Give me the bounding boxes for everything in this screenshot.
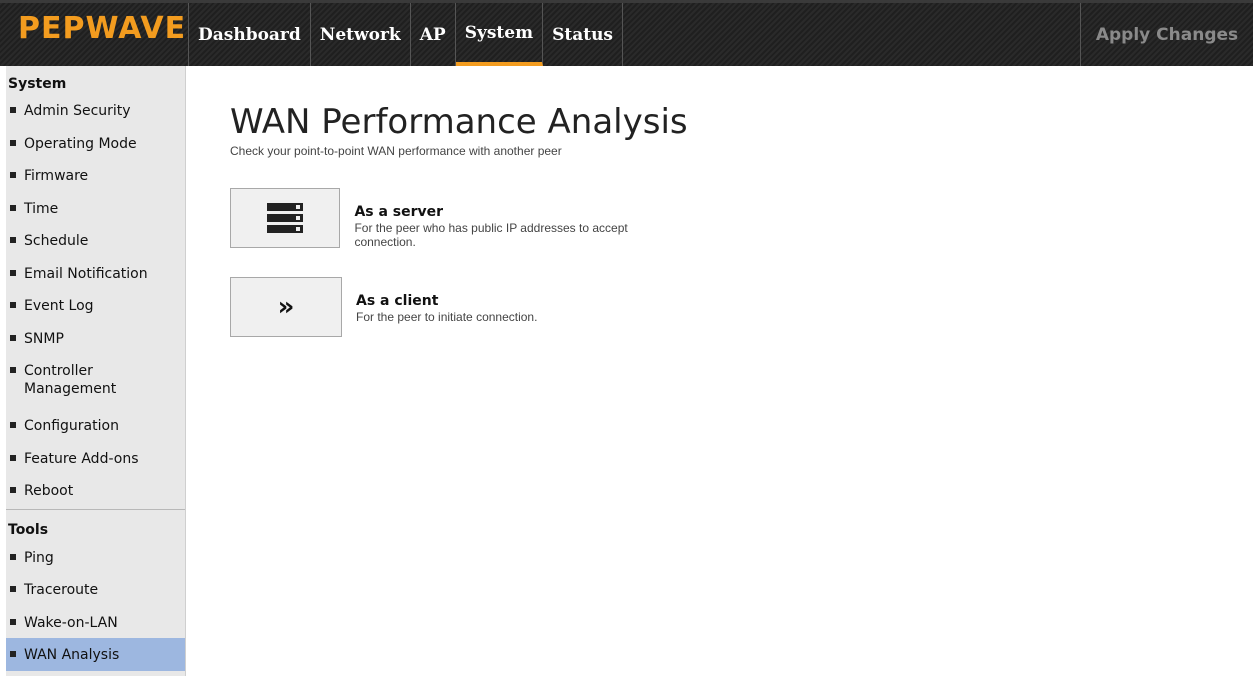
sidebar-item-wan-analysis[interactable]: WAN Analysis	[6, 638, 185, 671]
server-option: As a server For the peer who has public …	[230, 188, 688, 249]
client-option-description: For the peer to initiate connection.	[356, 310, 538, 324]
tab-dashboard[interactable]: Dashboard	[189, 3, 311, 66]
as-server-button[interactable]	[230, 188, 341, 248]
bullet-icon	[10, 172, 16, 178]
bullet-icon	[10, 454, 16, 461]
bullet-icon	[10, 618, 16, 625]
server-option-title: As a server	[354, 204, 444, 220]
sidebar-item-label: Firmware	[24, 168, 89, 184]
sidebar-item-event-log[interactable]: Event Log	[6, 289, 185, 322]
sidebar-item-firmware[interactable]: Firmware	[6, 159, 185, 192]
sidebar-item-label: Wake-on-LAN	[24, 614, 118, 631]
as-client-button[interactable]: »	[230, 277, 342, 337]
server-icon	[267, 203, 304, 233]
sidebar-item-feature-add-ons[interactable]: Feature Add-ons	[6, 442, 185, 475]
bullet-icon	[10, 651, 16, 657]
sidebar-item-label: WAN Analysis	[24, 647, 120, 663]
double-chevron-right-icon: »	[277, 292, 295, 322]
sidebar-section-system: System	[8, 76, 67, 92]
server-option-description: For the peer who has public IP addresses…	[354, 221, 628, 249]
bullet-icon	[10, 422, 16, 428]
bullet-icon	[10, 586, 16, 592]
sidebar-item-reboot[interactable]: Reboot	[6, 474, 185, 507]
tab-network[interactable]: Network	[311, 3, 411, 66]
sidebar-item-label: Admin Security	[24, 103, 131, 119]
bullet-icon	[10, 237, 16, 243]
client-option: » As a client For the peer to initiate c…	[230, 277, 537, 337]
sidebar-item-label: Traceroute	[24, 582, 99, 598]
sidebar-item-schedule[interactable]: Schedule	[6, 224, 185, 257]
sidebar-item-operating-mode[interactable]: Operating Mode	[6, 127, 185, 160]
bullet-icon	[10, 139, 16, 146]
sidebar-item-traceroute[interactable]: Traceroute	[6, 573, 185, 606]
sidebar-item-admin-security[interactable]: Admin Security	[6, 94, 185, 127]
sidebar-item-wake-on-lan[interactable]: Wake-on-LAN	[6, 606, 185, 639]
sidebar-item-controller-management[interactable]: Controller Management	[6, 354, 185, 409]
bullet-icon	[10, 269, 16, 276]
sidebar-item-label: Email Notification	[24, 265, 148, 282]
bullet-icon	[10, 334, 16, 341]
page-title: WAN Performance Analysis	[230, 102, 688, 142]
page-subtitle: Check your point-to-point WAN performanc…	[230, 144, 562, 158]
sidebar-item-label: Time	[24, 200, 59, 217]
sidebar-section-tools: Tools	[6, 508, 185, 541]
tab-status[interactable]: Status	[543, 3, 624, 66]
sidebar-item-label: SNMP	[24, 330, 64, 347]
top-navigation-bar: PEPWAVE Dashboard Network AP System Stat…	[0, 0, 1253, 66]
bullet-icon	[10, 107, 16, 113]
main-content: WAN Performance Analysis Check your poin…	[230, 102, 688, 337]
sidebar-item-label: Ping	[24, 549, 54, 566]
sidebar-item-label: Feature Add-ons	[24, 450, 139, 467]
bullet-icon	[10, 302, 16, 308]
sidebar-item-label: Configuration	[24, 418, 119, 434]
client-option-title: As a client	[356, 293, 439, 309]
sidebar: System Admin Security Operating Mode Fir…	[6, 66, 186, 676]
bullet-icon	[10, 553, 16, 560]
bullet-icon	[10, 487, 16, 493]
bullet-icon	[10, 204, 16, 211]
sidebar-item-label: Controller Management	[24, 363, 117, 397]
sidebar-item-configuration[interactable]: Configuration	[6, 409, 185, 442]
tab-ap[interactable]: AP	[411, 3, 456, 66]
sidebar-item-label: Operating Mode	[24, 135, 137, 152]
sidebar-item-snmp[interactable]: SNMP	[6, 322, 185, 355]
bullet-icon	[10, 367, 16, 373]
sidebar-item-email-notification[interactable]: Email Notification	[6, 257, 185, 290]
sidebar-item-label: Reboot	[24, 483, 74, 499]
apply-changes-button[interactable]: Apply Changes	[1080, 3, 1253, 66]
sidebar-item-label: Event Log	[24, 298, 94, 314]
pepwave-logo[interactable]: PEPWAVE	[18, 11, 186, 46]
sidebar-item-time[interactable]: Time	[6, 192, 185, 225]
sidebar-item-label: Schedule	[24, 233, 89, 249]
sidebar-item-ping[interactable]: Ping	[6, 541, 185, 574]
tab-system[interactable]: System	[455, 3, 544, 66]
main-nav: Dashboard Network AP System Status	[188, 3, 624, 66]
